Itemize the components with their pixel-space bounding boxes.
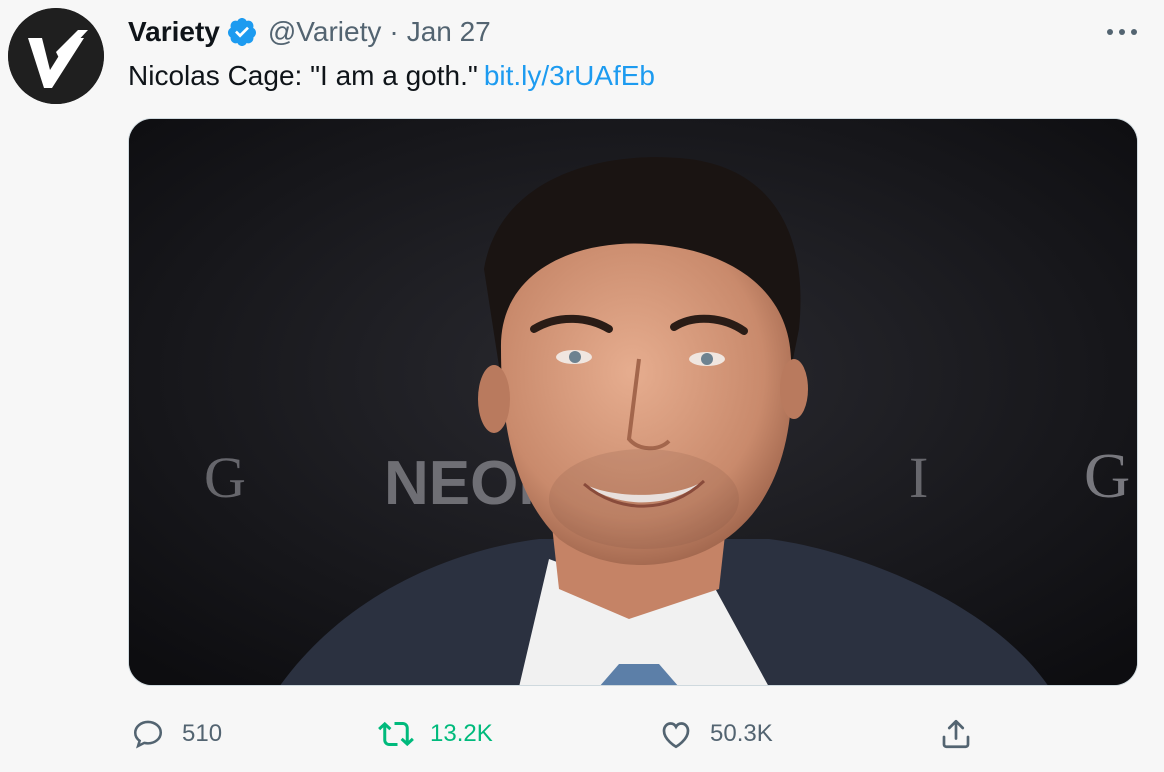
separator-dot: · bbox=[389, 16, 399, 47]
tweet-actions: 510 13.2K 50.3K bbox=[128, 710, 1138, 758]
retweet-button[interactable]: 13.2K bbox=[376, 710, 493, 758]
variety-logo bbox=[8, 8, 104, 104]
author-handle[interactable]: @Variety bbox=[268, 16, 382, 48]
backdrop-letter: G bbox=[1084, 440, 1130, 511]
photo-nicolas-cage: G NEON I G bbox=[129, 119, 1137, 685]
tweet-header: Variety @Variety · Jan 27 bbox=[128, 12, 491, 52]
like-count: 50.3K bbox=[710, 720, 773, 747]
author-name[interactable]: Variety bbox=[128, 16, 220, 48]
more-dots-icon bbox=[1107, 29, 1137, 35]
tweet-date[interactable]: Jan 27 bbox=[407, 16, 491, 48]
tweet-link[interactable]: bit.ly/3rUAfEb bbox=[484, 60, 655, 91]
share-button[interactable] bbox=[936, 710, 976, 758]
reply-count: 510 bbox=[182, 720, 223, 747]
reply-icon bbox=[128, 714, 168, 754]
backdrop-letter: I bbox=[909, 445, 928, 510]
reply-button[interactable]: 510 bbox=[128, 710, 222, 758]
backdrop-letter: G bbox=[204, 445, 246, 510]
like-button[interactable]: 50.3K bbox=[656, 710, 773, 758]
tweet-image[interactable]: G NEON I G bbox=[128, 118, 1138, 686]
like-icon bbox=[656, 714, 696, 754]
retweet-count: 13.2K bbox=[430, 720, 493, 747]
tweet-body: Nicolas Cage: "I am a goth." bbox=[128, 60, 478, 91]
more-options-button[interactable] bbox=[1102, 18, 1142, 46]
retweet-icon bbox=[376, 714, 416, 754]
tweet-text: Nicolas Cage: "I am a goth." bit.ly/3rUAf… bbox=[128, 60, 655, 92]
avatar[interactable] bbox=[8, 8, 104, 104]
verified-badge-icon bbox=[226, 16, 258, 48]
share-icon bbox=[936, 714, 976, 754]
